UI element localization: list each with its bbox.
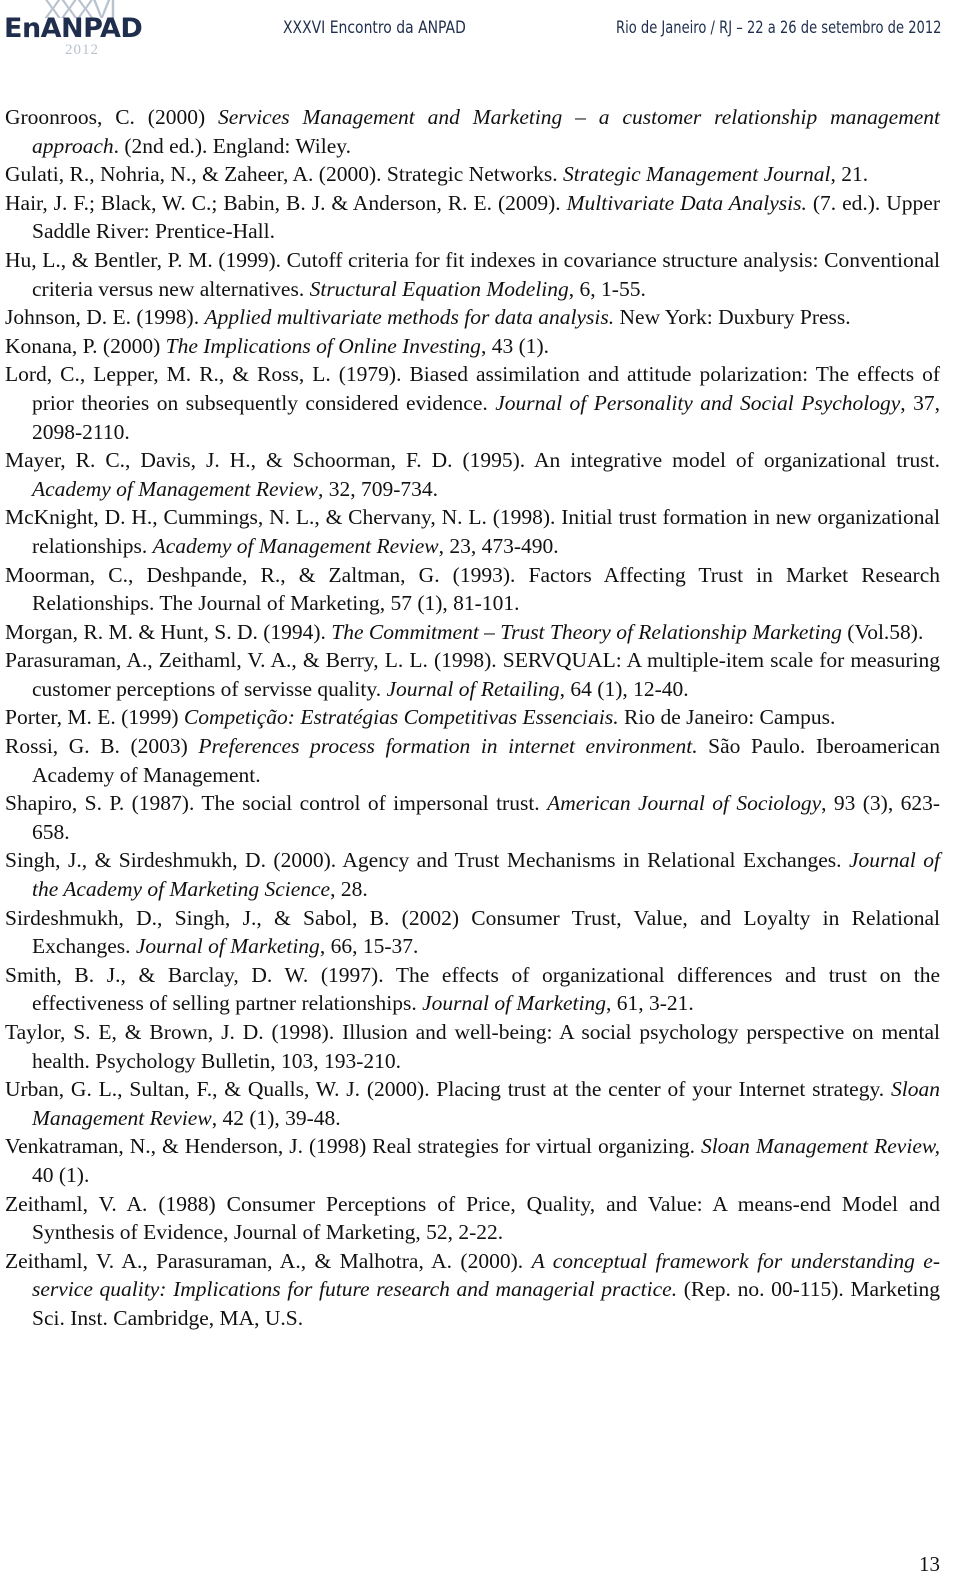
reference-text: , 42 (1), 39-48. xyxy=(211,1105,341,1130)
reference-entry: Parasuraman, A., Zeithaml, V. A., & Berr… xyxy=(5,646,940,703)
reference-entry: Johnson, D. E. (1998). Applied multivari… xyxy=(5,303,940,332)
reference-title-italic: The Commitment – Trust Theory of Relatio… xyxy=(331,619,842,644)
logo-year: 2012 xyxy=(65,42,99,58)
reference-text: Konana, P. (2000) xyxy=(5,333,166,358)
reference-title-italic: Journal of Marketing xyxy=(135,934,320,959)
reference-entry: Hu, L., & Bentler, P. M. (1999). Cutoff … xyxy=(5,246,940,303)
reference-text: Gulati, R., Nohria, N., & Zaheer, A. (20… xyxy=(5,162,564,187)
reference-entry: Venkatraman, N., & Henderson, J. (1998) … xyxy=(5,1132,940,1189)
logo-name: EnANPAD xyxy=(4,13,143,44)
enanpad-logo: XXXVI EnANPAD 2012 xyxy=(4,0,154,60)
conference-title: XXXVI Encontro da ANPAD xyxy=(283,18,466,38)
reference-list: Groonroos, C. (2000) Services Management… xyxy=(5,103,940,1333)
reference-entry: Konana, P. (2000) The Implications of On… xyxy=(5,332,940,361)
reference-text: , 21. xyxy=(830,162,869,187)
reference-text: Venkatraman, N., & Henderson, J. (1998) … xyxy=(5,1134,701,1159)
reference-entry: Shapiro, S. P. (1987). The social contro… xyxy=(5,789,940,846)
reference-entry: Hair, J. F.; Black, W. C.; Babin, B. J. … xyxy=(5,189,940,246)
reference-entry: Mayer, R. C., Davis, J. H., & Schoorman,… xyxy=(5,446,940,503)
reference-text: Mayer, R. C., Davis, J. H., & Schoorman,… xyxy=(5,448,940,473)
reference-title-italic: Journal of Retailing xyxy=(386,676,560,701)
reference-title-italic: Structural Equation Modeling xyxy=(309,276,569,301)
reference-text: , 66, 15-37. xyxy=(319,934,419,959)
reference-entry: Morgan, R. M. & Hunt, S. D. (1994). The … xyxy=(5,618,940,647)
reference-text: , 28. xyxy=(330,877,368,902)
reference-title-italic: Applied multivariate methods for data an… xyxy=(204,305,615,330)
reference-title-italic: Sloan Management Review, xyxy=(700,1134,940,1159)
reference-title-italic: Academy of Management Review xyxy=(32,476,318,501)
reference-text: Johnson, D. E. (1998). xyxy=(5,305,205,330)
reference-text: Rio de Janeiro: Campus. xyxy=(618,705,836,730)
reference-text: Hair, J. F.; Black, W. C.; Babin, B. J. … xyxy=(5,190,567,215)
reference-entry: Urban, G. L., Sultan, F., & Qualls, W. J… xyxy=(5,1075,940,1132)
reference-entry: Rossi, G. B. (2003) Preferences process … xyxy=(5,732,940,789)
reference-text: . (2nd ed.). England: Wiley. xyxy=(113,133,351,158)
conference-place-date: Rio de Janeiro / RJ – 22 a 26 de setembr… xyxy=(616,18,942,38)
reference-entry: Singh, J., & Sirdeshmukh, D. (2000). Age… xyxy=(5,846,940,903)
reference-text: 40 (1). xyxy=(32,1162,90,1187)
reference-text: , 64 (1), 12-40. xyxy=(559,676,689,701)
reference-entry: Groonroos, C. (2000) Services Management… xyxy=(5,103,940,160)
reference-entry: Porter, M. E. (1999) Competição: Estraté… xyxy=(5,703,940,732)
reference-text: Singh, J., & Sirdeshmukh, D. (2000). Age… xyxy=(5,848,849,873)
reference-entry: Gulati, R., Nohria, N., & Zaheer, A. (20… xyxy=(5,160,940,189)
reference-text: Urban, G. L., Sultan, F., & Qualls, W. J… xyxy=(5,1077,892,1102)
reference-text: Zeithaml, V. A. (1988) Consumer Percepti… xyxy=(5,1191,940,1245)
reference-text: Morgan, R. M. & Hunt, S. D. (1994). xyxy=(5,619,332,644)
reference-entry: Smith, B. J., & Barclay, D. W. (1997). T… xyxy=(5,961,940,1018)
reference-entry: Zeithaml, V. A., Parasuraman, A., & Malh… xyxy=(5,1247,940,1333)
page-number: 13 xyxy=(919,1552,940,1576)
reference-text: , 6, 1-55. xyxy=(568,276,646,301)
reference-entry: McKnight, D. H., Cummings, N. L., & Cher… xyxy=(5,503,940,560)
reference-text: Zeithaml, V. A., Parasuraman, A., & Malh… xyxy=(5,1248,532,1273)
page-header: XXXVI EnANPAD 2012 XXXVI Encontro da ANP… xyxy=(0,0,960,60)
reference-text: Taylor, S. E, & Brown, J. D. (1998). Ill… xyxy=(5,1020,940,1073)
reference-text: , 43 (1). xyxy=(480,333,550,358)
reference-title-italic: Multivariate Data Analysis. xyxy=(566,190,807,215)
reference-title-italic: Journal of Personality and Social Psycho… xyxy=(495,390,901,415)
reference-text: New York: Duxbury Press. xyxy=(614,305,851,330)
reference-entry: Sirdeshmukh, D., Singh, J., & Sabol, B. … xyxy=(5,904,940,961)
reference-entry: Taylor, S. E, & Brown, J. D. (1998). Ill… xyxy=(5,1018,940,1075)
reference-title-italic: Competição: Estratégias Competitivas Ess… xyxy=(183,705,619,730)
reference-text: (Vol.58). xyxy=(841,619,924,644)
reference-text: Groonroos, C. (2000) xyxy=(5,105,218,129)
reference-text: , 61, 3-21. xyxy=(606,991,694,1016)
reference-entry: Zeithaml, V. A. (1988) Consumer Percepti… xyxy=(5,1190,940,1247)
reference-text: Moorman, C., Deshpande, R., & Zaltman, G… xyxy=(5,562,940,616)
reference-title-italic: Preferences process formation in interne… xyxy=(198,734,698,759)
reference-entry: Lord, C., Lepper, M. R., & Ross, L. (197… xyxy=(5,360,940,446)
reference-text: Shapiro, S. P. (1987). The social contro… xyxy=(5,791,548,816)
reference-text: Rossi, G. B. (2003) xyxy=(5,734,199,759)
reference-text: , 23, 473-490. xyxy=(438,533,559,558)
reference-text: , 32, 709-734. xyxy=(317,476,439,501)
reference-title-italic: The Implications of Online Investing xyxy=(165,333,481,358)
reference-title-italic: Strategic Management Journal xyxy=(563,162,831,187)
reference-title-italic: Academy of Management Review xyxy=(152,533,439,558)
reference-text: Porter, M. E. (1999) xyxy=(5,705,184,730)
reference-title-italic: American Journal of Sociology xyxy=(547,791,822,816)
reference-title-italic: Journal of Marketing xyxy=(422,991,606,1016)
reference-entry: Moorman, C., Deshpande, R., & Zaltman, G… xyxy=(5,561,940,618)
